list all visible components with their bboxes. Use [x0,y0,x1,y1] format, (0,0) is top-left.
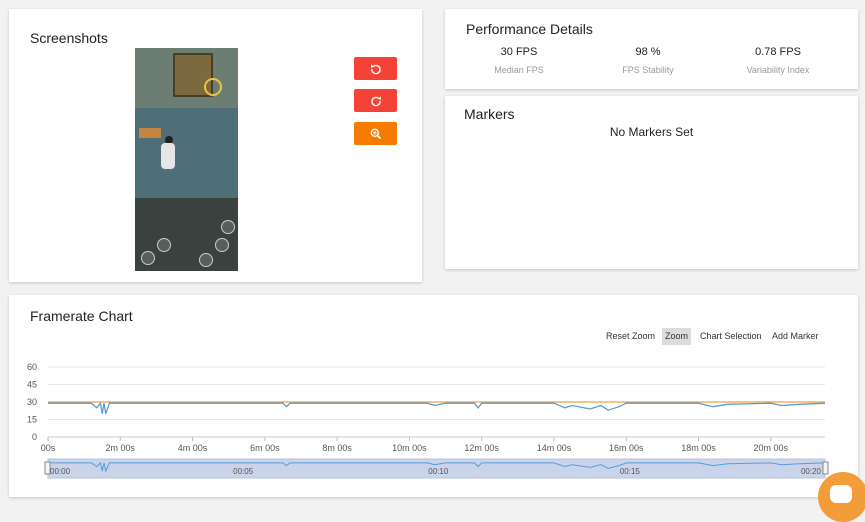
y-tick-label: 60 [27,362,37,372]
navigator-tick-label: 00:15 [620,467,641,476]
x-tick-label: 4m 00s [178,443,208,453]
rotate-left-icon [370,63,381,74]
markers-card: Markers No Markers Set [445,96,858,269]
x-tick-label: 10m 00s [392,443,427,453]
median-fps-value: 30 FPS [500,46,538,58]
median-fps-stat: 30 FPS Median FPS [450,46,588,75]
y-tick-label: 0 [32,432,37,442]
y-tick-label: 15 [27,415,37,425]
rotate-left-button[interactable] [354,57,397,80]
performance-details-card: Performance Details 30 FPS Median FPS 98… [445,9,858,89]
chat-icon [830,485,852,503]
x-tick-label: 00s [41,443,56,453]
series-line-blue [48,401,826,414]
rotate-right-icon [370,95,381,106]
navigator-tick-label: 00:00 [50,467,71,476]
x-tick-label: 6m 00s [250,443,280,453]
screenshots-title: Screenshots [30,30,108,46]
zoom-in-icon [370,128,381,139]
rotate-right-button[interactable] [354,89,397,112]
navigator-tick-label: 00:10 [428,467,449,476]
framerate-chart-card: Framerate Chart Reset Zoom Zoom Chart Se… [9,295,858,497]
no-markers-text: No Markers Set [609,125,694,139]
screenshots-card: Screenshots [9,9,422,282]
x-tick-label: 18m 00s [681,443,716,453]
framerate-chart[interactable]: 0 15 30 45 60 00s 2m 00s 4m 00s 6m 00s 8m 00s 10m … [9,295,858,497]
performance-title: Performance Details [466,21,593,37]
markers-title: Markers [464,106,515,122]
navigator-left-handle[interactable] [44,461,51,475]
fps-stability-label: FPS Stability [622,65,674,75]
fps-stability-stat: 98 % FPS Stability [579,46,717,75]
navigator-tick-label: 00:20 [801,467,822,476]
y-tick-label: 30 [27,397,37,407]
chat-bubble-button[interactable] [818,472,865,522]
variability-value: 0.78 FPS [755,46,801,58]
x-tick-label: 8m 00s [322,443,352,453]
navigator-right-handle[interactable] [822,461,829,475]
variability-label: Variability Index [746,65,810,75]
y-tick-label: 45 [27,380,37,390]
navigator-tick-label: 00:05 [233,467,254,476]
game-screenshot[interactable] [135,48,238,271]
x-tick-label: 20m 00s [754,443,789,453]
x-tick-label: 12m 00s [464,443,499,453]
x-tick-label: 14m 00s [537,443,572,453]
variability-stat: 0.78 FPS Variability Index [709,46,847,75]
median-fps-label: Median FPS [494,65,544,75]
x-tick-label: 2m 00s [106,443,136,453]
fps-stability-value: 98 % [635,46,661,58]
x-tick-label: 16m 00s [609,443,644,453]
zoom-in-button[interactable] [354,122,397,145]
